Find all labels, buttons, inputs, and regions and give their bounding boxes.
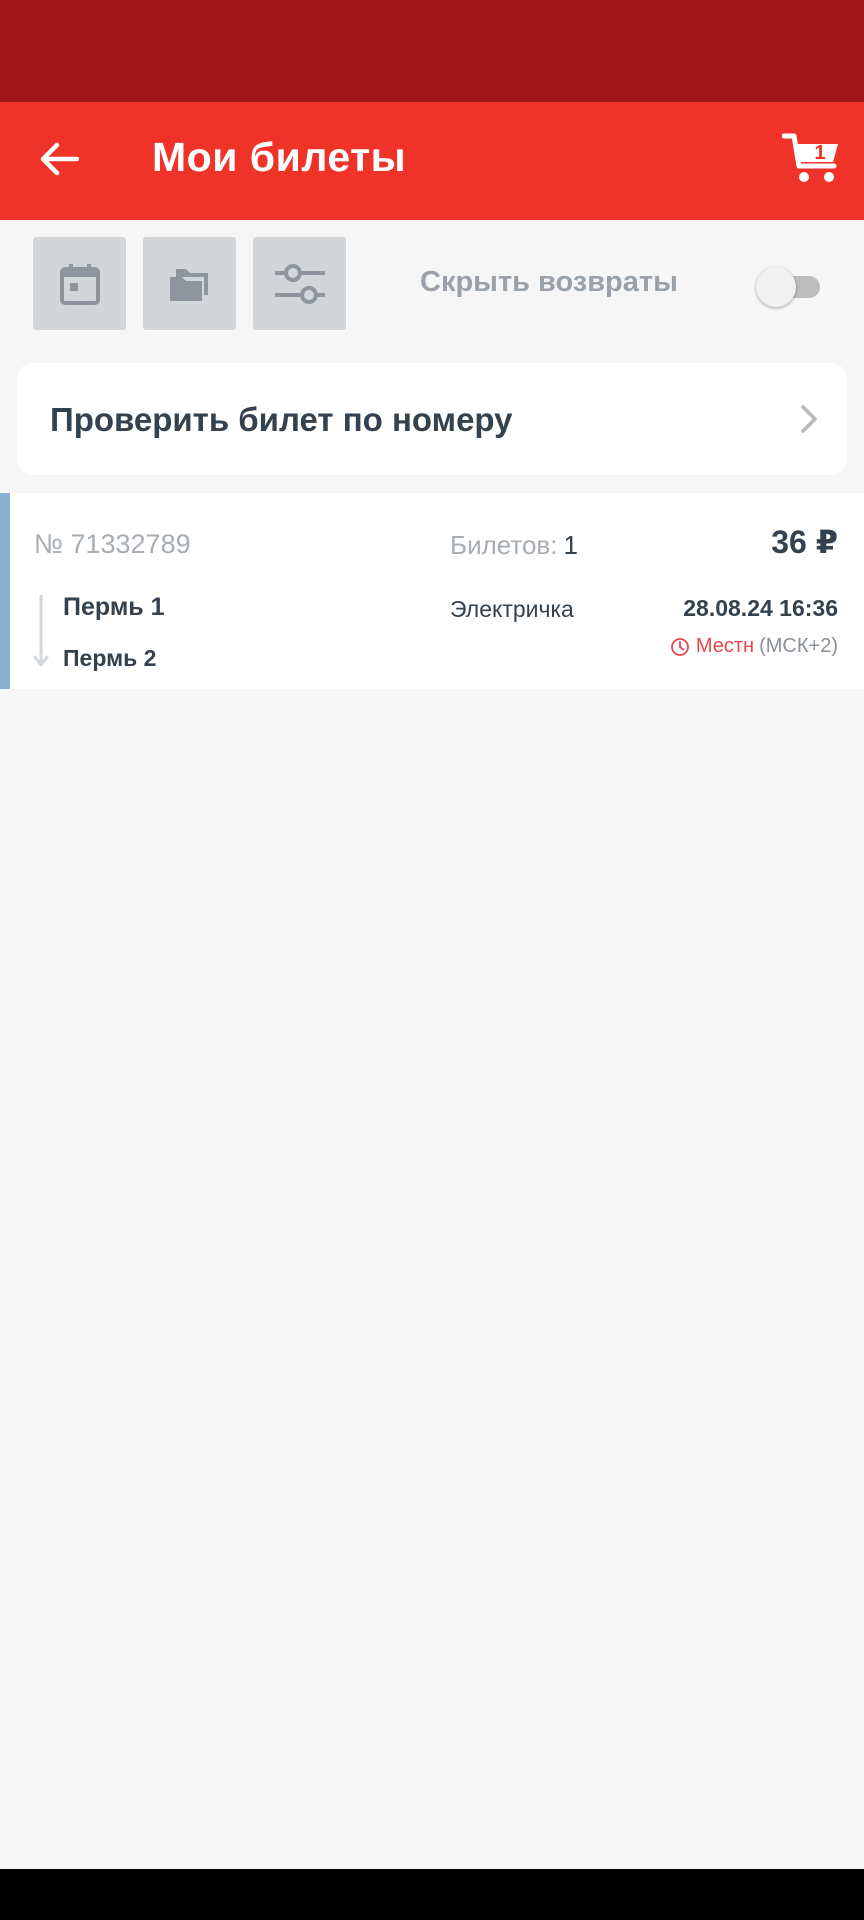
check-ticket-label: Проверить билет по номеру: [50, 401, 513, 438]
back-button[interactable]: [30, 130, 88, 188]
clock-icon: [670, 637, 689, 656]
chevron-right-icon: [801, 405, 817, 433]
check-ticket-by-number-button[interactable]: Проверить билет по номеру: [17, 363, 847, 475]
ticket-number: № 71332789: [34, 529, 191, 559]
departure-station: Пермь 1: [63, 593, 165, 621]
route-arrow-icon: [33, 595, 49, 667]
local-time-label: Местн: [695, 635, 755, 657]
filter-toolbar: Скрыть возвраты: [0, 220, 864, 350]
timezone-info: Местн (МСК+2): [670, 635, 838, 658]
ticket-card[interactable]: № 71332789 Билетов: 1 36 ₽ Пермь 1 Пермь …: [0, 493, 864, 689]
ticket-count-value: 1: [563, 530, 578, 560]
settings-filter-button[interactable]: [253, 237, 346, 330]
folder-icon: [169, 268, 208, 301]
hide-returns-label: Скрыть возвраты: [420, 266, 678, 298]
arrival-station: Пермь 2: [63, 645, 157, 671]
calendar-filter-button[interactable]: [33, 237, 126, 330]
status-bar: [0, 0, 864, 102]
cart-count-badge: 1: [814, 142, 826, 164]
ticket-price: 36 ₽: [771, 524, 838, 560]
ticket-count: Билетов: 1: [450, 530, 578, 561]
system-nav-bar: [0, 1869, 864, 1920]
arrow-left-icon: [40, 142, 79, 176]
ticket-accent-bar: [0, 493, 10, 689]
toggle-knob: [756, 267, 796, 307]
sliders-icon: [274, 263, 325, 304]
ticket-count-label: Билетов:: [450, 530, 558, 560]
cart-button[interactable]: 1: [782, 130, 842, 186]
app-bar: Мои билеты 1: [0, 102, 864, 220]
calendar-icon: [59, 263, 100, 305]
hide-returns-toggle[interactable]: [756, 267, 824, 307]
train-type: Электричка: [450, 596, 574, 622]
departure-datetime: 28.08.24 16:36: [683, 595, 838, 621]
archive-filter-button[interactable]: [143, 237, 236, 330]
page-title: Мои билеты: [152, 134, 407, 180]
timezone-offset: (МСК+2): [759, 635, 838, 657]
